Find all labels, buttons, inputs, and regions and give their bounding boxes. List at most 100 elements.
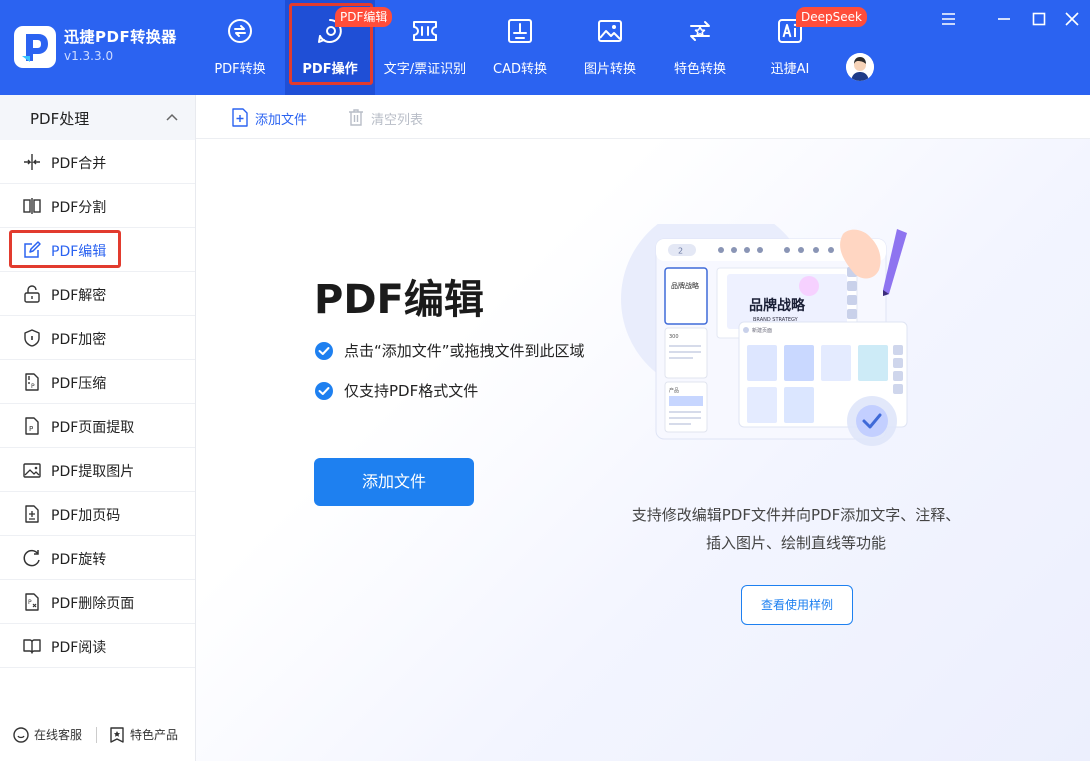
illus-doc-title: 品牌战略	[749, 297, 806, 314]
sidebar-item-label: PDF合并	[51, 156, 107, 172]
sidebar-item-image-extract[interactable]: PDF提取图片	[0, 448, 195, 492]
file-add-icon	[232, 108, 248, 127]
merge-icon	[24, 154, 40, 170]
sidebar-item-split[interactable]: PDF分割	[0, 184, 195, 228]
sidebar-item-label: PDF解密	[51, 288, 107, 304]
tip-item: 仅支持PDF格式文件	[314, 379, 634, 401]
sidebar-item-compress[interactable]: P PDF压缩	[0, 360, 195, 404]
nav-label: CAD转换	[493, 62, 547, 77]
illus-thumb-page3: 产品	[669, 387, 679, 394]
menu-icon[interactable]	[939, 9, 959, 29]
illus-panel-title: 新建页面	[752, 327, 772, 334]
sidebar-item-label: PDF分割	[51, 200, 107, 216]
toolbar-clear-list-label: 清空列表	[371, 113, 424, 128]
pdf-edit-illustration: 2 品牌战略 300 产品 品牌战略 BRAND STRATEGY 新建页面	[621, 224, 908, 446]
sidebar-item-label: PDF阅读	[51, 640, 107, 656]
toolbar-add-file-label: 添加文件	[255, 113, 308, 128]
drop-zone[interactable]: PDF编辑 点击“添加文件”或拖拽文件到此区域 仅支持PDF格式文件 添加文件 …	[196, 139, 1090, 761]
sidebar-item-label: PDF加密	[51, 332, 107, 348]
ocr-icon	[413, 21, 437, 41]
page-title: PDF编辑	[314, 277, 484, 323]
highlight-frame	[9, 230, 121, 268]
sidebar-item-label: PDF旋转	[51, 552, 107, 568]
sidebar-footer: 在线客服 特色产品	[0, 715, 195, 755]
shield-icon	[24, 329, 40, 347]
nav-special[interactable]: 特色转换	[655, 0, 745, 95]
online-service-label: 在线客服	[34, 728, 83, 742]
nav-pdf-convert[interactable]: PDF转换	[195, 0, 285, 95]
add-file-button[interactable]: 添加文件	[314, 458, 474, 506]
sidebar-item-page-number[interactable]: PDF加页码	[0, 492, 195, 536]
svg-text:P: P	[28, 599, 32, 606]
trash-icon	[349, 109, 363, 126]
book-icon	[23, 639, 41, 654]
rotate-icon	[23, 549, 40, 567]
nav-label: 图片转换	[583, 62, 636, 77]
chevron-up-icon	[166, 113, 178, 121]
sidebar-item-encrypt[interactable]: PDF加密	[0, 316, 195, 360]
headset-icon	[13, 727, 29, 743]
sidebar-item-label: PDF压缩	[51, 376, 107, 392]
avatar-icon	[846, 53, 874, 81]
online-service-button[interactable]: 在线客服	[12, 725, 92, 745]
product-icon	[110, 727, 124, 743]
delete-page-icon: P	[25, 593, 39, 611]
app-logo: 迅捷PDF转换器 v1.3.3.0	[14, 22, 177, 72]
maximize-icon[interactable]	[1029, 9, 1049, 29]
toolbar: 添加文件 清空列表	[196, 95, 1090, 139]
footer-divider	[96, 727, 97, 743]
app-version: v1.3.3.0	[64, 49, 114, 63]
title-bar: 迅捷PDF转换器 v1.3.3.0 PDF转换 PDF操作 文字/票证识别 CA	[0, 0, 1090, 95]
pdf-convert-icon	[228, 19, 252, 43]
nav-label: 特色转换	[673, 62, 726, 77]
page-number-icon	[25, 505, 39, 523]
tip-item: 点击“添加文件”或拖拽文件到此区域	[314, 339, 634, 361]
minimize-icon[interactable]	[994, 9, 1014, 29]
sidebar-item-label: PDF加页码	[51, 508, 121, 524]
split-icon	[23, 198, 41, 214]
nav-label: 文字/票证识别	[383, 62, 467, 77]
nav-label: PDF转换	[214, 62, 266, 77]
toolbar-clear-list-button[interactable]: 清空列表	[346, 107, 436, 129]
logo-icon	[14, 26, 56, 68]
sidebar-item-label: PDF删除页面	[51, 596, 135, 612]
close-icon[interactable]	[1062, 9, 1082, 29]
app-title: 迅捷PDF转换器	[64, 28, 177, 46]
nav-image[interactable]: 图片转换	[565, 0, 655, 95]
nav-cad[interactable]: CAD转换	[475, 0, 565, 95]
compress-icon: P	[25, 373, 39, 391]
image-icon	[598, 20, 622, 42]
sidebar-item-read[interactable]: PDF阅读	[0, 624, 195, 668]
deepseek-badge: DeepSeek	[796, 7, 867, 27]
view-example-button[interactable]: 查看使用样例	[741, 585, 853, 625]
sidebar-item-merge[interactable]: PDF合并	[0, 140, 195, 184]
illus-thumb-page2: 300	[669, 334, 679, 340]
sidebar-item-label: PDF页面提取	[51, 420, 135, 436]
sidebar-item-decrypt[interactable]: PDF解密	[0, 272, 195, 316]
sidebar-item-page-extract[interactable]: P PDF页面提取	[0, 404, 195, 448]
sidebar-item-delete-page[interactable]: P PDF删除页面	[0, 580, 195, 624]
tip-text: 仅支持PDF格式文件	[344, 382, 479, 400]
pdf-edit-badge: PDF编辑	[335, 7, 393, 27]
illus-thumb-title: 品牌战略	[671, 281, 699, 290]
toolbar-add-file-button[interactable]: 添加文件	[230, 107, 320, 129]
sidebar: PDF处理 PDF合并 PDF分割 PDF编辑 PDF解密 PDF加密 P PD…	[0, 95, 196, 761]
sidebar-item-rotate[interactable]: PDF旋转	[0, 536, 195, 580]
sidebar-section-title: PDF处理	[30, 110, 90, 128]
unlock-icon	[24, 285, 40, 303]
featured-products-label: 特色产品	[130, 728, 179, 742]
feature-description-line1: 支持修改编辑PDF文件并向PDF添加文字、注释、	[631, 506, 961, 524]
user-avatar[interactable]	[846, 53, 874, 81]
cad-icon	[508, 19, 532, 43]
sidebar-section-header[interactable]: PDF处理	[0, 95, 195, 140]
nav-label: 迅捷AI	[770, 62, 810, 77]
sidebar-item-label: PDF提取图片	[51, 464, 135, 480]
featured-products-button[interactable]: 特色产品	[108, 725, 188, 745]
tip-text: 点击“添加文件”或拖拽文件到此区域	[344, 342, 585, 360]
check-circle-icon	[315, 382, 333, 400]
svg-text:P: P	[31, 383, 35, 390]
page-extract-icon: P	[25, 417, 39, 435]
special-icon	[690, 21, 710, 41]
feature-description-line2: 插入图片、绘制直线等功能	[705, 534, 886, 552]
illus-page-nav: 2	[678, 247, 683, 256]
